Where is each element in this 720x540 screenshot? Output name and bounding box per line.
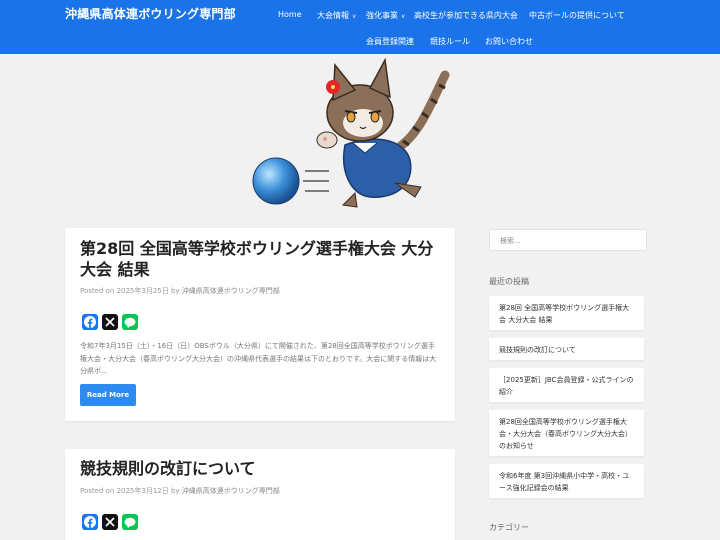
line-icon[interactable] bbox=[122, 514, 138, 530]
facebook-icon[interactable] bbox=[82, 314, 98, 330]
nav-used-balls[interactable]: 中古ボールの提供について bbox=[529, 10, 625, 21]
line-icon[interactable] bbox=[122, 314, 138, 330]
post-author-link[interactable]: 沖縄県高体連ボウリング専門部 bbox=[182, 487, 280, 495]
search-input[interactable]: 検索... bbox=[489, 229, 647, 251]
facebook-icon[interactable] bbox=[82, 514, 98, 530]
recent-post-item[interactable]: 競技規則の改訂について bbox=[489, 338, 644, 360]
nav-registration-label: 会員登録関連 bbox=[366, 37, 414, 46]
post-card: 競技規則の改訂について Posted on 2025年3月12日 by 沖縄県高… bbox=[65, 449, 455, 540]
share-buttons bbox=[82, 514, 138, 530]
site-header: 沖縄県高体連ボウリング専門部 Home 大会情報 ∨ 強化事業 ∨ 高校生が参加でき… bbox=[0, 0, 720, 54]
recent-post-item[interactable]: 第28回全国高等学校ボウリング選手権大会・大分大会（春高ボウリング大分大会）のお… bbox=[489, 410, 644, 456]
nav-events-label: 大会情報 bbox=[317, 11, 349, 20]
recent-post-item[interactable]: 第28回 全国高等学校ボウリング選手権大会 大分大会 結果 bbox=[489, 296, 644, 330]
post-title[interactable]: 第28回 全国高等学校ボウリング選手権大会 大分大会 結果 bbox=[80, 238, 440, 280]
nav-rules-label: 競技ルール bbox=[430, 37, 470, 46]
nav-prefectural-label: 高校生が参加できる県内大会 bbox=[414, 11, 518, 20]
recent-posts-title: 最近の投稿 bbox=[489, 277, 529, 286]
nav-contact-label: お問い合わせ bbox=[485, 37, 533, 46]
nav-used-balls-label: 中古ボールの提供について bbox=[529, 11, 625, 20]
read-more-button[interactable]: Read More bbox=[80, 384, 136, 406]
post-title[interactable]: 競技規則の改訂について bbox=[80, 458, 440, 479]
x-icon[interactable] bbox=[102, 314, 118, 330]
recent-post-item[interactable]: 令和6年度 第3回沖縄県小中学・高校・ユース強化記録会の結果 bbox=[489, 464, 644, 498]
nav-training[interactable]: 強化事業 ∨ bbox=[366, 10, 405, 21]
post-card: 第28回 全国高等学校ボウリング選手権大会 大分大会 結果 Posted on … bbox=[65, 228, 455, 421]
post-excerpt: 令和7年3月15日（土）・16日（日）OBSボウル（大分県）にて開催された、第2… bbox=[80, 342, 437, 375]
chevron-down-icon: ∨ bbox=[401, 13, 406, 20]
hero-mascot-image bbox=[245, 55, 470, 215]
share-buttons bbox=[82, 314, 138, 330]
post-meta: Posted on 2025年3月25日 by 沖縄県高体連ボウリング専門部 bbox=[80, 286, 280, 296]
recent-post-item[interactable]: ［2025更新］JBC会員登録・公式ラインの紹介 bbox=[489, 368, 644, 402]
nav-home-label: Home bbox=[278, 10, 302, 19]
nav-prefectural[interactable]: 高校生が参加できる県内大会 bbox=[414, 10, 518, 21]
post-date: Posted on 2025年3月12日 by bbox=[80, 487, 182, 495]
post-meta: Posted on 2025年3月12日 by 沖縄県高体連ボウリング専門部 bbox=[80, 486, 280, 496]
chevron-down-icon: ∨ bbox=[352, 13, 357, 20]
site-title[interactable]: 沖縄県高体連ボウリング専門部 bbox=[65, 5, 236, 22]
nav-registration[interactable]: 会員登録関連 bbox=[366, 36, 414, 47]
nav-training-label: 強化事業 bbox=[366, 11, 398, 20]
post-author-link[interactable]: 沖縄県高体連ボウリング専門部 bbox=[182, 287, 280, 295]
category-title: カテゴリー bbox=[489, 523, 529, 532]
x-icon[interactable] bbox=[102, 514, 118, 530]
nav-events[interactable]: 大会情報 ∨ bbox=[317, 10, 356, 21]
nav-contact[interactable]: お問い合わせ bbox=[485, 36, 533, 47]
post-date: Posted on 2025年3月25日 by bbox=[80, 287, 182, 295]
nav-rules[interactable]: 競技ルール bbox=[430, 36, 470, 47]
nav-home[interactable]: Home bbox=[278, 10, 302, 19]
